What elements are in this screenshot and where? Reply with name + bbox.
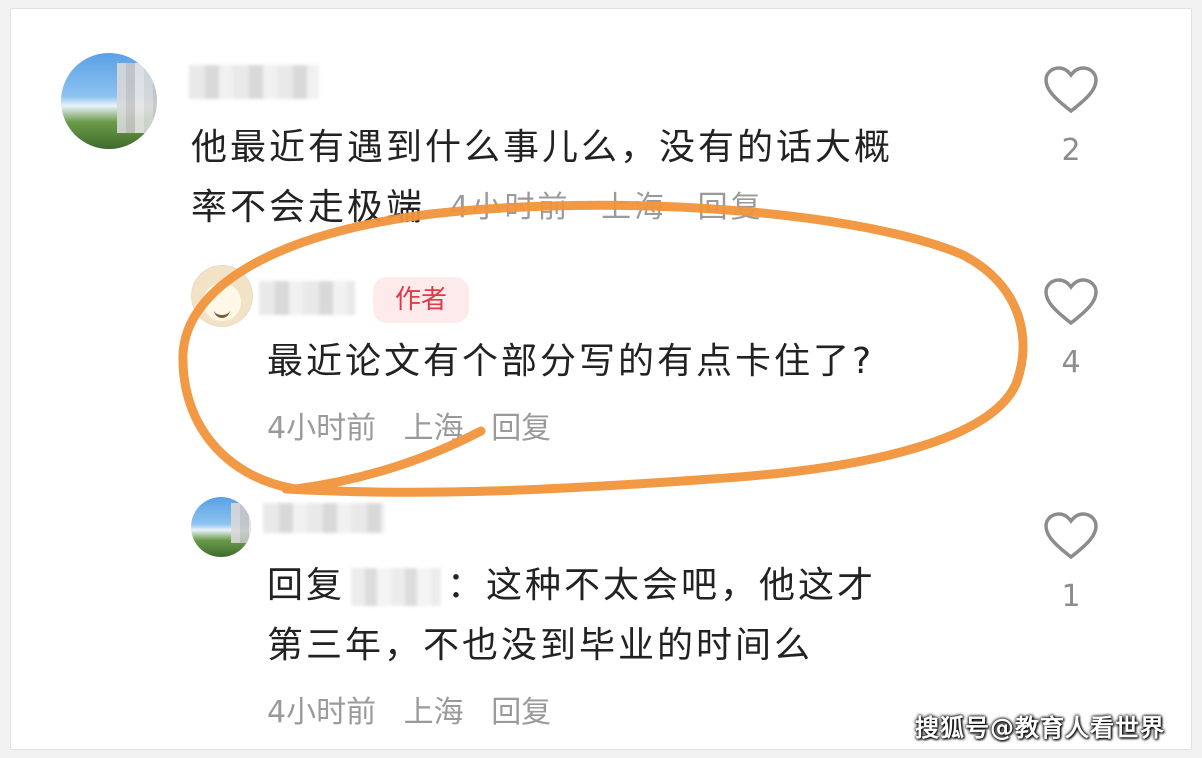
comment-location: 上海	[601, 190, 668, 225]
comment-text-line: 率不会走极端 4小时前 上海 回复	[191, 181, 782, 235]
comment-time: 4小时前	[449, 190, 571, 225]
reply-link[interactable]: 回复	[491, 411, 551, 446]
like-count: 2	[1061, 133, 1081, 168]
comment-text-line: 回复 ：这种不太会吧，他这才	[267, 559, 876, 613]
like-count: 4	[1061, 345, 1081, 380]
reply-prefix: 回复	[267, 565, 346, 606]
heart-outline-icon	[1044, 66, 1098, 114]
like-count: 1	[1061, 579, 1081, 614]
like-button[interactable]: 2	[1041, 65, 1101, 171]
comment-time: 4小时前	[267, 695, 377, 730]
avatar[interactable]	[191, 497, 251, 557]
comment-text-end: 率不会走极端	[191, 187, 426, 228]
watermark: 搜狐号@教育人看世界	[915, 714, 1165, 742]
username-mosaic[interactable]	[189, 65, 319, 99]
comment-location: 上海	[403, 411, 464, 446]
comment-text: ：这种不太会吧，他这才	[447, 565, 877, 606]
username-mosaic[interactable]	[263, 503, 385, 533]
like-button[interactable]: 4	[1041, 277, 1101, 383]
avatar[interactable]	[191, 265, 253, 327]
comment-meta: 4小时前 上海 回复	[267, 409, 569, 449]
avatar[interactable]	[61, 53, 157, 149]
comment-location: 上海	[403, 695, 464, 730]
heart-outline-icon	[1044, 278, 1098, 326]
comment-meta: 4小时前 上海 回复	[267, 693, 569, 733]
comment-text-line: 他最近有遇到什么事儿么，没有的话大概	[191, 127, 894, 168]
like-button[interactable]: 1	[1041, 511, 1101, 617]
heart-outline-icon	[1044, 512, 1098, 560]
comment-text-line: 最近论文有个部分写的有点卡住了?	[267, 341, 875, 382]
avatar-face	[214, 306, 230, 318]
comment-time: 4小时前	[267, 411, 377, 446]
comment-text-line: 第三年，不也没到毕业的时间么	[267, 625, 814, 666]
reply-link[interactable]: 回复	[698, 190, 764, 225]
avatar-mosaic	[231, 503, 251, 543]
mentioned-user-mosaic[interactable]	[351, 568, 442, 606]
reply-link[interactable]: 回复	[491, 695, 551, 730]
comment-list: 他最近有遇到什么事儿么，没有的话大概 率不会走极端 4小时前 上海 回复 2 作…	[10, 8, 1192, 750]
author-badge: 作者	[373, 277, 469, 323]
username-mosaic[interactable]	[259, 281, 355, 315]
comment-meta: 4小时前 上海 回复	[449, 190, 781, 225]
avatar-mosaic	[117, 63, 157, 133]
